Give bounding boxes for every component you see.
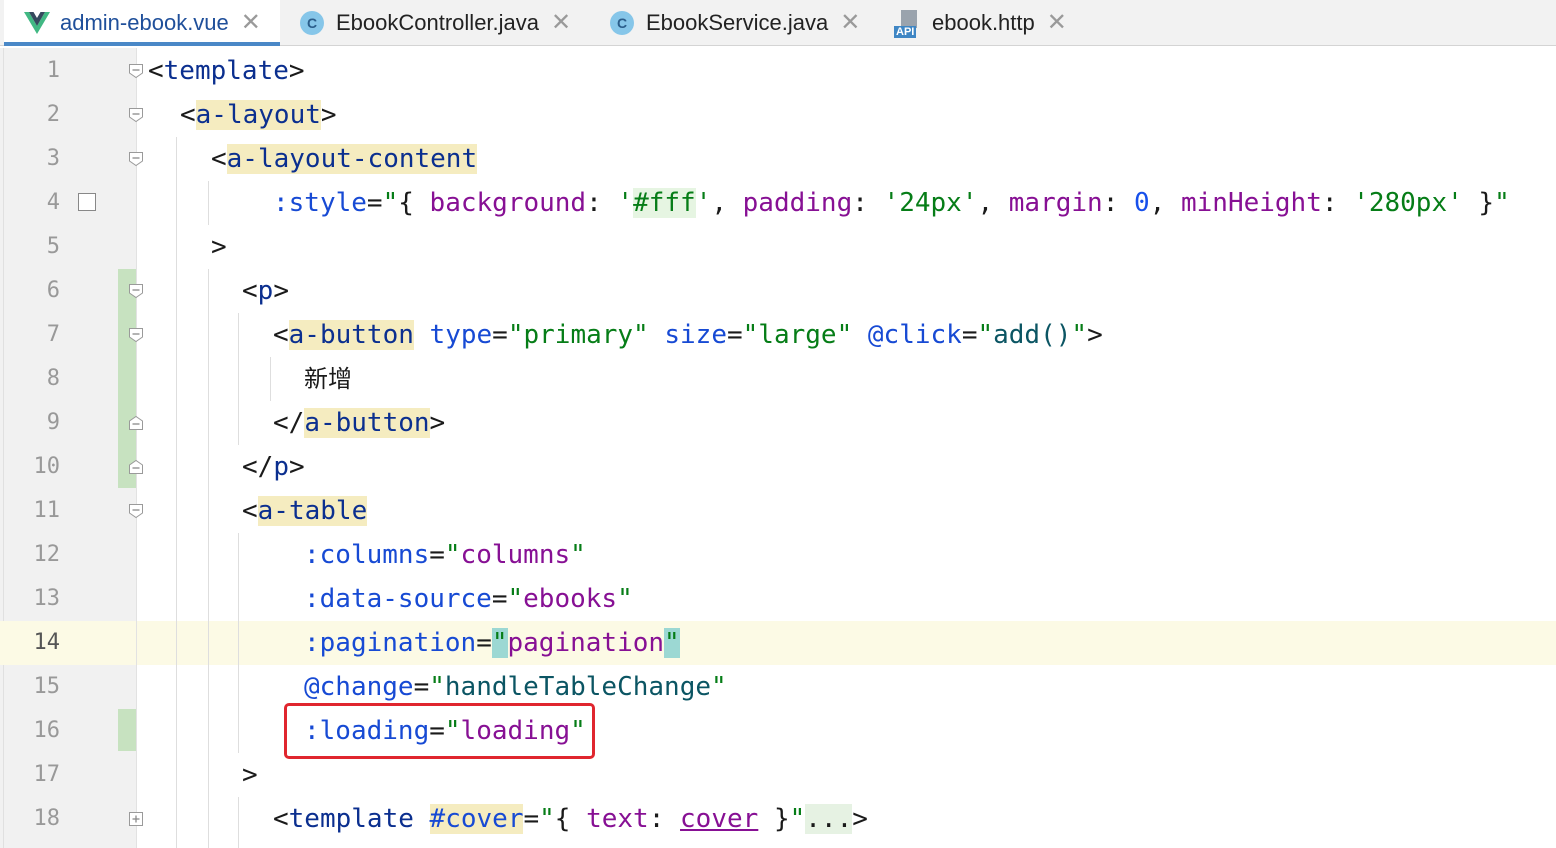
code-line[interactable]: 3 <a-layout-content (0, 137, 1556, 181)
highlight-annotation-box (284, 703, 595, 759)
fold-end-icon[interactable] (128, 415, 144, 431)
line-number: 13 (33, 586, 61, 611)
code-text: :data-source="ebooks" (304, 584, 633, 614)
class-c-icon: C (610, 10, 634, 35)
code-line[interactable]: 2 <a-layout> (0, 93, 1556, 137)
line-number: 11 (33, 498, 61, 523)
line-number: 17 (33, 762, 61, 787)
code-text: <p> (242, 276, 289, 306)
line-number: 8 (46, 366, 60, 391)
fold-toggle-icon[interactable] (128, 327, 144, 343)
tab-label: EbookController.java (336, 9, 540, 35)
code-line[interactable]: 15 @change="handleTableChange" (0, 665, 1556, 709)
code-text: </a-button> (273, 408, 446, 438)
fold-toggle-icon[interactable] (128, 107, 144, 123)
close-icon[interactable]: ✕ (1047, 10, 1067, 35)
line-number: 12 (33, 542, 61, 567)
line-number: 2 (46, 102, 60, 127)
code-line[interactable]: 1 <template> (0, 49, 1556, 93)
editor-tab-bar: admin-ebook.vue ✕ C EbookController.java… (0, 0, 1556, 46)
fold-toggle-icon[interactable] (128, 63, 144, 79)
api-file-icon: API (894, 8, 922, 38)
line-number: 7 (46, 322, 60, 347)
bookmark-checkbox[interactable] (78, 193, 96, 211)
code-line[interactable]: 17 > (0, 753, 1556, 797)
class-c-icon: C (300, 10, 324, 35)
fold-end-icon[interactable] (128, 459, 144, 475)
line-number: 18 (33, 806, 61, 831)
code-text: <a-layout> (180, 100, 337, 130)
code-text: > (242, 760, 258, 790)
code-text: 新增 (304, 365, 352, 393)
line-number: 10 (33, 454, 61, 479)
line-number: 16 (33, 718, 61, 743)
code-text: <a-button type="primary" size="large" @c… (273, 320, 1103, 350)
line-number: 4 (46, 190, 60, 215)
tab-ebook-controller[interactable]: C EbookController.java ✕ (300, 0, 571, 45)
code-text: <a-layout-content (211, 144, 478, 174)
code-text: :style="{ background: '#fff', padding: '… (273, 188, 1510, 218)
code-text: :pagination="pagination" (304, 628, 680, 658)
vue-icon (24, 11, 50, 34)
close-icon[interactable]: ✕ (840, 10, 860, 35)
tab-label: EbookService.java (646, 9, 829, 35)
code-line[interactable]: 16 :loading="loading" (0, 709, 1556, 753)
fold-toggle-icon[interactable] (128, 151, 144, 167)
line-number: 6 (46, 278, 60, 303)
code-line[interactable]: 13 :data-source="ebooks" (0, 577, 1556, 621)
code-text: :columns="columns" (304, 540, 586, 570)
line-number: 14 (33, 630, 61, 655)
code-line[interactable]: 9 </a-button> (0, 401, 1556, 445)
line-number: 15 (33, 674, 61, 699)
code-line[interactable]: 18 <template #cover="{ text: cover }"...… (0, 797, 1556, 841)
code-line[interactable]: 10 </p> (0, 445, 1556, 489)
code-text: <a-table (242, 496, 368, 526)
code-line[interactable]: 4 :style="{ background: '#fff', padding:… (0, 181, 1556, 225)
code-line[interactable]: 12 :columns="columns" (0, 533, 1556, 577)
tab-label: ebook.http (932, 9, 1035, 35)
code-text: > (211, 232, 227, 262)
code-text: </p> (242, 452, 305, 482)
code-line[interactable]: 11 <a-table (0, 489, 1556, 533)
tab-ebook-http[interactable]: API ebook.http ✕ (894, 0, 1067, 45)
fold-toggle-icon[interactable] (128, 283, 144, 299)
code-line-current[interactable]: 14 :pagination="pagination" (0, 621, 1556, 665)
code-text: <template #cover="{ text: cover }"...> (273, 804, 868, 834)
line-number: 5 (46, 234, 60, 259)
code-line[interactable]: 5 > (0, 225, 1556, 269)
tab-admin-ebook-vue[interactable]: admin-ebook.vue ✕ (4, 0, 280, 46)
tab-ebook-service[interactable]: C EbookService.java ✕ (610, 0, 860, 45)
line-number: 9 (46, 410, 60, 435)
line-number: 3 (46, 146, 60, 171)
code-line[interactable]: 8 新增 (0, 357, 1556, 401)
code-line[interactable]: 6 <p> (0, 269, 1556, 313)
tab-label: admin-ebook.vue (60, 9, 229, 35)
expand-fold-icon[interactable] (128, 811, 144, 827)
collapsed-region: ... (805, 804, 853, 834)
code-line[interactable]: 7 <a-button type="primary" size="large" … (0, 313, 1556, 357)
fold-toggle-icon[interactable] (128, 503, 144, 519)
line-number: 1 (46, 58, 60, 83)
close-icon[interactable]: ✕ (241, 10, 261, 35)
close-icon[interactable]: ✕ (551, 10, 571, 35)
code-text: <template> (148, 56, 305, 86)
